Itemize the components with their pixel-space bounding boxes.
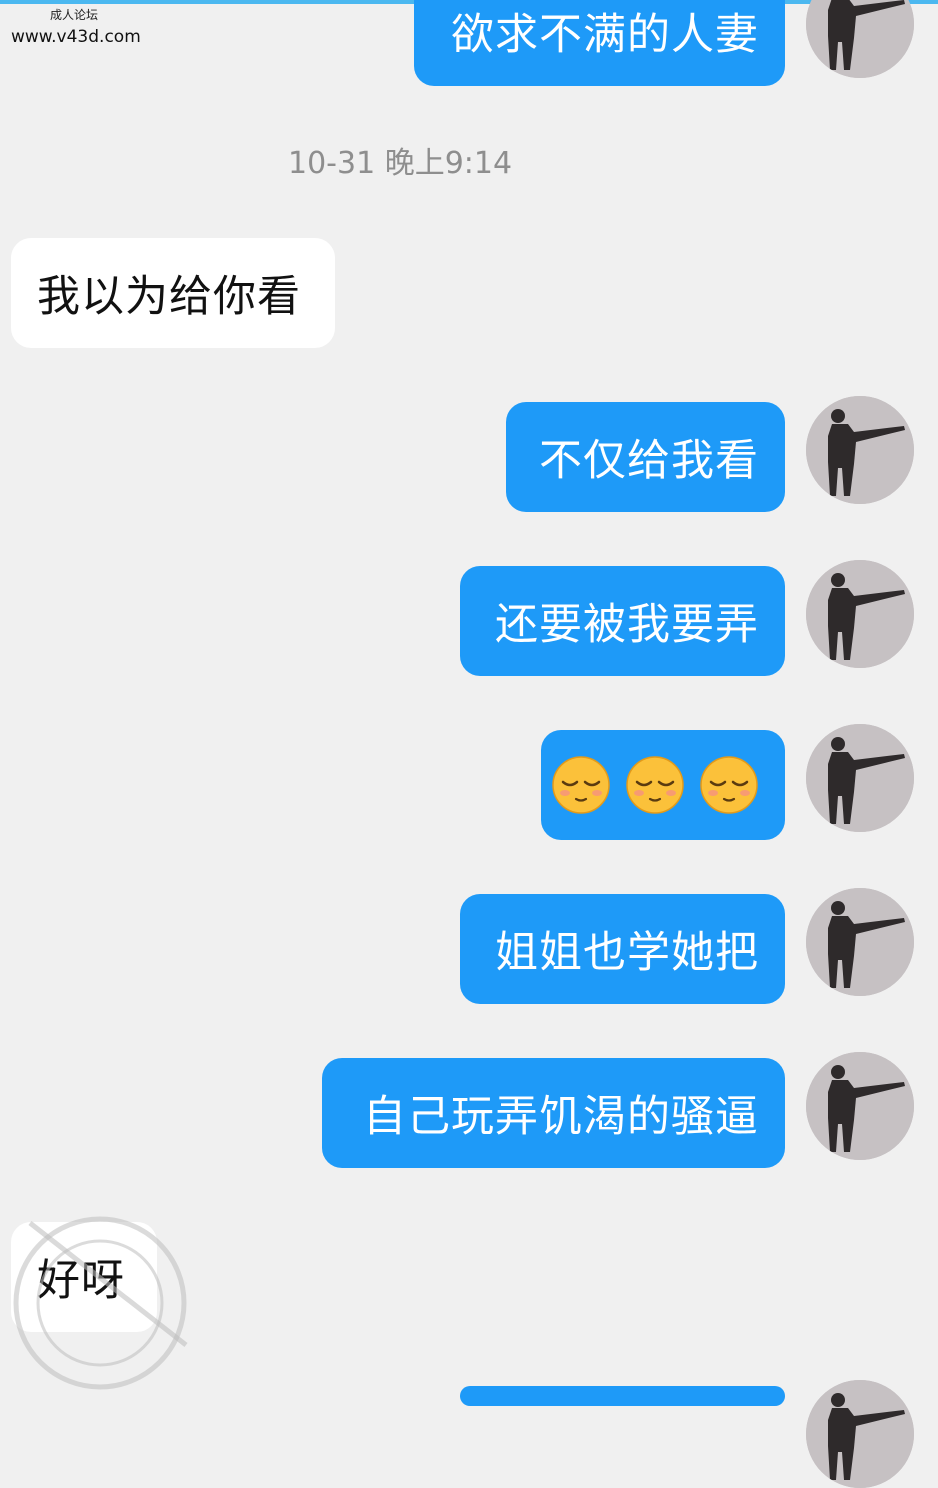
message-bubble-incoming[interactable]: 我以为给你看 bbox=[11, 238, 335, 348]
message-bubble-outgoing[interactable]: 不仅给我看 bbox=[506, 402, 785, 512]
message-text: 好呀 bbox=[37, 1256, 125, 1306]
avatar[interactable] bbox=[806, 1380, 914, 1488]
user-avatar-icon bbox=[806, 888, 914, 996]
avatar[interactable] bbox=[806, 396, 914, 504]
message-bubble-outgoing[interactable]: 姐姐也学她把 bbox=[460, 894, 785, 1004]
avatar[interactable] bbox=[806, 724, 914, 832]
relieved-face-icon bbox=[699, 755, 759, 815]
message-bubble-outgoing[interactable] bbox=[541, 730, 785, 840]
user-avatar-icon bbox=[806, 0, 914, 78]
relieved-face-icon bbox=[625, 755, 685, 815]
user-avatar-icon bbox=[806, 1052, 914, 1160]
message-timestamp: 10-31 晚上9:14 bbox=[288, 146, 513, 181]
message-bubble-incoming[interactable]: 好呀 bbox=[11, 1222, 157, 1332]
message-bubble-outgoing-partial[interactable] bbox=[460, 1386, 785, 1406]
message-bubble-outgoing[interactable]: 欲求不满的人妻 bbox=[414, 0, 785, 86]
avatar[interactable] bbox=[806, 1052, 914, 1160]
message-text: 自己玩弄饥渴的骚逼 bbox=[363, 1092, 759, 1142]
user-avatar-icon bbox=[806, 560, 914, 668]
message-text: 还要被我要弄 bbox=[495, 600, 759, 650]
message-text: 姐姐也学她把 bbox=[495, 928, 759, 978]
user-avatar-icon bbox=[806, 724, 914, 832]
message-text: 我以为给你看 bbox=[37, 272, 301, 322]
message-text: 不仅给我看 bbox=[539, 436, 759, 486]
avatar[interactable] bbox=[806, 0, 914, 78]
avatar[interactable] bbox=[806, 888, 914, 996]
avatar[interactable] bbox=[806, 560, 914, 668]
emoji-row bbox=[551, 755, 759, 815]
relieved-face-icon bbox=[551, 755, 611, 815]
watermark-site-name: 成人论坛 bbox=[50, 8, 99, 22]
message-text: 欲求不满的人妻 bbox=[451, 10, 759, 60]
user-avatar-icon bbox=[806, 1380, 914, 1488]
message-bubble-outgoing[interactable]: 自己玩弄饥渴的骚逼 bbox=[322, 1058, 785, 1168]
message-bubble-outgoing[interactable]: 还要被我要弄 bbox=[460, 566, 785, 676]
user-avatar-icon bbox=[806, 396, 914, 504]
watermark-url: www.v43d.com bbox=[11, 27, 141, 47]
